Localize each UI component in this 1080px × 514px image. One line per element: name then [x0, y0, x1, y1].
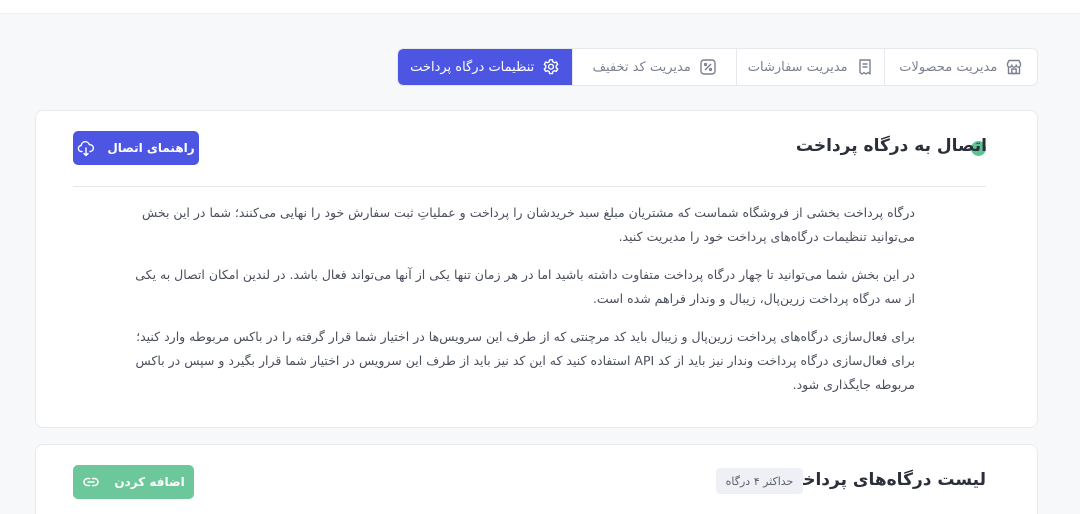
tab-products[interactable]: مدیریت محصولات	[884, 49, 1037, 85]
activation-paragraph: برای فعال‌سازی درگاه‌های پرداخت زرین‌پال…	[135, 329, 916, 392]
link-icon	[82, 473, 100, 491]
gateway-list-title: لیست درگاه‌های پرداخت	[785, 470, 986, 490]
tab-orders-label: مدیریت سفارشات	[747, 59, 848, 75]
percent-icon	[699, 58, 717, 76]
section-divider	[73, 186, 986, 187]
connection-title: اتصال به درگاه پرداخت	[795, 136, 987, 156]
tab-bar: مدیریت محصولات مدیریت سفارشات مدیریت کد …	[397, 48, 1038, 86]
add-gateway-button[interactable]: اضافه کردن	[73, 465, 194, 499]
tab-gateway-label: تنظیمات درگاه پرداخت	[410, 59, 535, 75]
tab-orders[interactable]: مدیریت سفارشات	[735, 49, 885, 85]
guide-button-label: راهنمای اتصال	[107, 141, 195, 155]
store-icon	[1005, 58, 1023, 76]
top-bar	[0, 0, 1080, 14]
limit-paragraph: در این بخش شما می‌توانید تا چهار درگاه پ…	[135, 267, 915, 306]
receipt-icon	[856, 58, 874, 76]
max-gateways-badge: حداکثر ۴ درگاه	[716, 468, 803, 494]
tab-gateway-settings[interactable]: تنظیمات درگاه پرداخت	[398, 49, 573, 85]
intro-paragraph: درگاه پرداخت بخشی از فروشگاه شماست که مش…	[141, 205, 915, 244]
tab-discounts-label: مدیریت کد تخفیف	[592, 59, 691, 75]
cloud-icon	[77, 139, 95, 157]
add-button-label: اضافه کردن	[114, 475, 185, 489]
connection-guide-button[interactable]: راهنمای اتصال	[73, 131, 199, 165]
tab-products-label: مدیریت محصولات	[899, 59, 998, 75]
gear-icon	[542, 58, 560, 76]
tab-discounts[interactable]: مدیریت کد تخفیف	[572, 49, 735, 85]
